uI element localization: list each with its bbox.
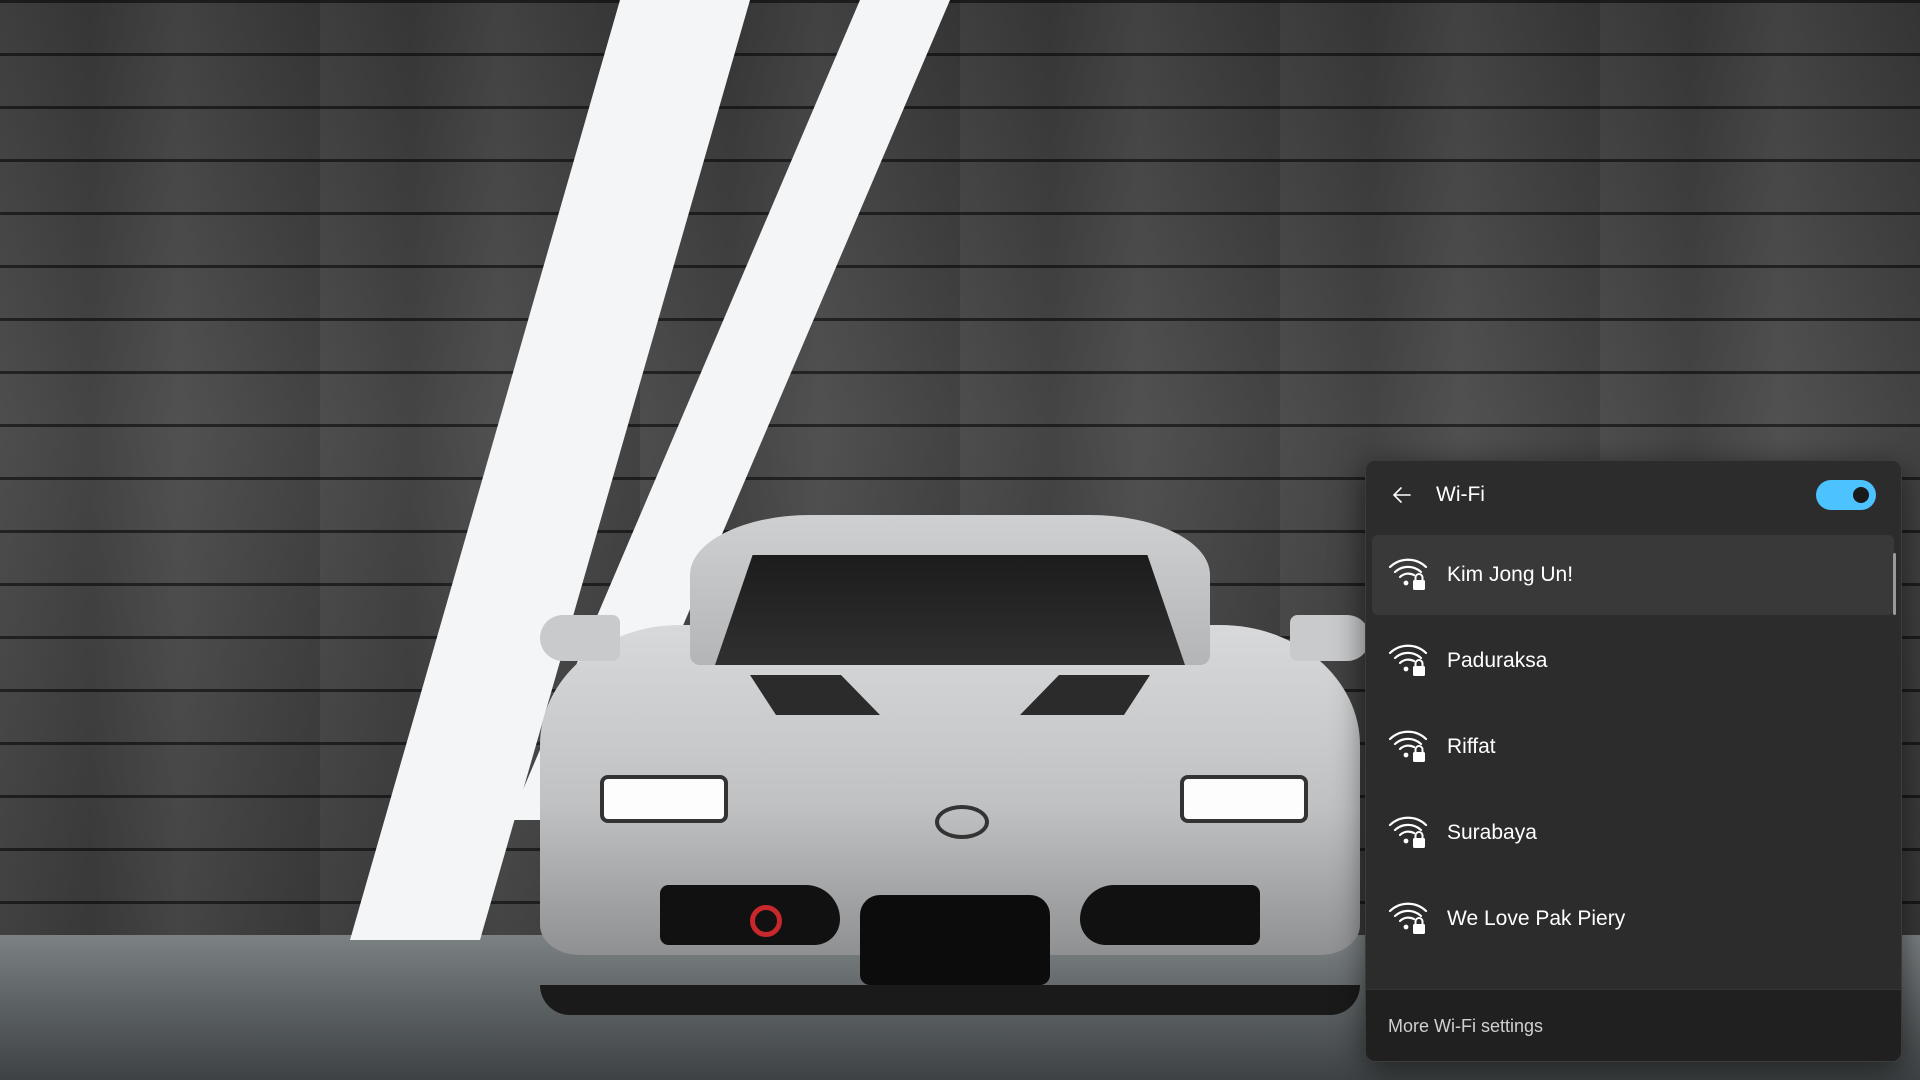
car-mirror-left <box>540 615 620 661</box>
network-name: We Love Pak Piery <box>1447 907 1626 930</box>
wifi-secured-icon <box>1388 644 1428 676</box>
wifi-flyout: Wi-Fi Kim Jong Un! Paduraksa Riffat Sura… <box>1365 460 1902 1062</box>
back-button[interactable] <box>1386 479 1418 511</box>
network-list-scrollbar[interactable] <box>1893 553 1896 615</box>
car-intake-right <box>1080 885 1260 945</box>
network-item-paduraksa[interactable]: Paduraksa <box>1372 621 1894 701</box>
wifi-secured-icon <box>1388 558 1428 590</box>
network-name: Riffat <box>1447 735 1496 758</box>
car-splitter <box>540 985 1360 1015</box>
wifi-flyout-footer: More Wi-Fi settings <box>1366 989 1901 1061</box>
wifi-toggle[interactable] <box>1816 480 1876 510</box>
network-item-we-love-pak-piery[interactable]: We Love Pak Piery <box>1372 879 1894 940</box>
network-name: Surabaya <box>1447 821 1537 844</box>
wifi-toggle-knob <box>1853 487 1869 503</box>
arrow-left-icon <box>1393 487 1411 503</box>
network-name: Kim Jong Un! <box>1447 563 1574 586</box>
car-tow-hook <box>750 905 782 937</box>
car-mirror-right <box>1290 615 1370 661</box>
wifi-flyout-title: Wi-Fi <box>1436 483 1485 506</box>
car-headlight-left <box>600 775 728 823</box>
sports-car-image <box>520 515 1380 1035</box>
wifi-secured-icon <box>1388 816 1428 848</box>
wifi-secured-icon <box>1388 730 1428 762</box>
network-item-surabaya[interactable]: Surabaya <box>1372 793 1894 873</box>
wifi-flyout-header: Wi-Fi <box>1366 461 1901 527</box>
car-headlight-right <box>1180 775 1308 823</box>
wifi-network-list[interactable]: Kim Jong Un! Paduraksa Riffat Surabaya W… <box>1372 535 1894 940</box>
network-item-kim-jong-un[interactable]: Kim Jong Un! <box>1372 535 1894 615</box>
more-wifi-settings-link[interactable]: More Wi-Fi settings <box>1388 1016 1543 1037</box>
car-windshield <box>715 555 1185 665</box>
car-grille <box>860 895 1050 985</box>
network-item-riffat[interactable]: Riffat <box>1372 707 1894 787</box>
car-logo <box>935 805 989 839</box>
network-name: Paduraksa <box>1447 649 1548 672</box>
wifi-secured-icon <box>1388 902 1428 934</box>
